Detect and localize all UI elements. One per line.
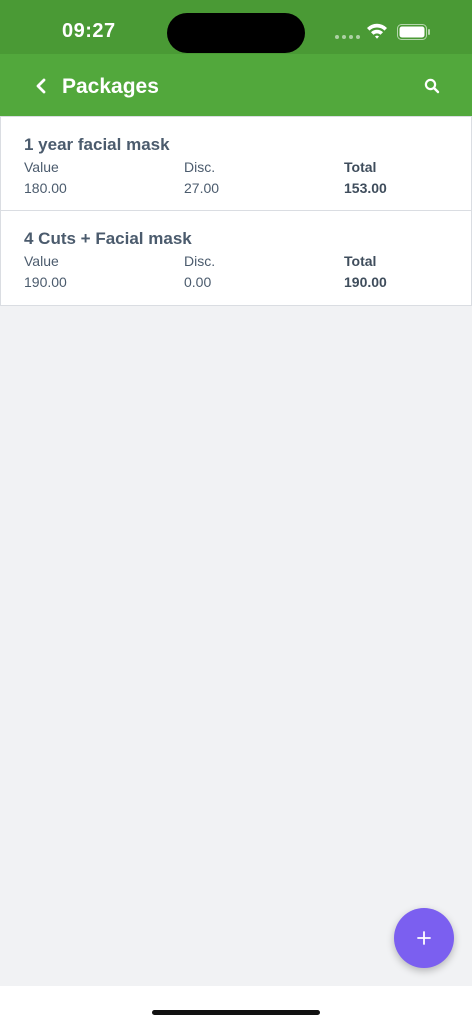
value-amount: 190.00: [24, 274, 67, 290]
plus-icon: [417, 931, 431, 945]
back-button[interactable]: [26, 72, 56, 100]
package-name: 1 year facial mask: [24, 135, 170, 154]
search-button[interactable]: [418, 72, 446, 100]
page-title: Packages: [62, 75, 159, 98]
dynamic-island: [167, 13, 305, 53]
value-amount: 180.00: [24, 180, 67, 196]
package-list: 1 year facial mask Value Disc. Total 180…: [0, 116, 472, 306]
bottom-bar: [0, 986, 472, 1024]
cellular-signal-icon: [335, 35, 360, 39]
app-bar: Packages: [0, 54, 472, 116]
discount-label: Disc.: [184, 159, 216, 175]
package-card[interactable]: 4 Cuts + Facial mask Value Disc. Total 1…: [0, 211, 472, 306]
add-package-button[interactable]: [394, 908, 454, 968]
battery-icon: [397, 24, 430, 40]
status-bar: 09:27: [0, 0, 472, 54]
wifi-icon: [367, 23, 387, 39]
value-label: Value: [24, 253, 59, 269]
total-label: Total: [344, 253, 377, 269]
value-label: Value: [24, 159, 59, 175]
total-label: Total: [344, 159, 377, 175]
package-card[interactable]: 1 year facial mask Value Disc. Total 180…: [0, 116, 472, 211]
screen: 09:27 Packages 1 year facial mask Value …: [0, 0, 472, 1024]
home-indicator[interactable]: [152, 1010, 320, 1015]
total-amount: 190.00: [344, 274, 387, 290]
search-icon: [424, 78, 440, 94]
total-amount: 153.00: [344, 180, 387, 196]
discount-amount: 0.00: [184, 274, 212, 290]
discount-amount: 27.00: [184, 180, 220, 196]
chevron-left-icon: [36, 78, 46, 94]
discount-label: Disc.: [184, 253, 216, 269]
status-time: 09:27: [62, 20, 116, 42]
package-name: 4 Cuts + Facial mask: [24, 229, 192, 248]
